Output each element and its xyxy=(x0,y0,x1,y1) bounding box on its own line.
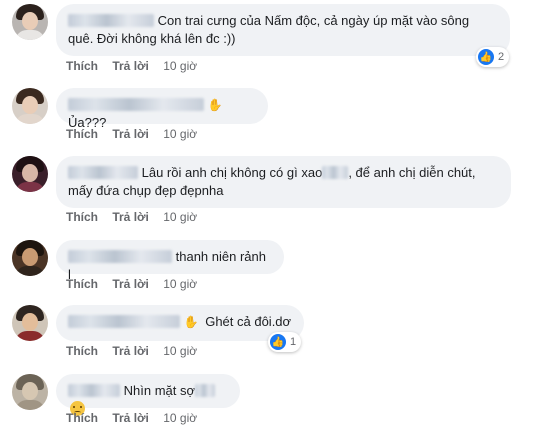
comment-text: Con trai cưng của Nấm độc, cả ngày úp mặ… xyxy=(157,13,470,28)
reaction-count: 2 xyxy=(498,51,505,63)
reaction-count: 1 xyxy=(290,336,297,348)
blurred-author-name[interactable] xyxy=(68,166,138,179)
timestamp[interactable]: 10 giờ xyxy=(163,411,197,425)
avatar[interactable] xyxy=(12,305,48,341)
waving-hand-icon: ✋ xyxy=(183,315,199,329)
comment-text: Ghét cả đôi.dơ xyxy=(205,314,292,329)
blurred-author-name[interactable] xyxy=(68,250,172,263)
reply-button[interactable]: Trả lời xyxy=(112,127,149,141)
comment-bubble: Lâu rồi anh chị không có gì xao , để anh … xyxy=(56,156,511,208)
reaction-badge[interactable]: 👍 1 xyxy=(268,332,302,352)
blurred-author-name[interactable] xyxy=(68,14,154,27)
timestamp[interactable]: 10 giờ xyxy=(163,277,197,291)
comment-bubble: ✋ Ủa??? xyxy=(56,88,268,130)
like-icon: 👍 xyxy=(270,334,286,350)
comment-actions: Thích Trả lời 10 giờ xyxy=(66,59,208,73)
blurred-author-name[interactable] xyxy=(68,315,180,328)
comment-actions: Thích Trả lời 10 giờ xyxy=(66,411,208,425)
reply-button[interactable]: Trả lời xyxy=(112,277,149,291)
waving-hand-icon: ✋ xyxy=(207,98,223,112)
comment-actions: Thích Trả lời 10 giờ xyxy=(66,127,208,141)
comment-bubble: Con trai cưng của Nấm độc, cả ngày úp mặ… xyxy=(56,4,510,56)
like-button[interactable]: Thích xyxy=(66,411,98,425)
timestamp[interactable]: 10 giờ xyxy=(163,344,197,358)
avatar[interactable] xyxy=(12,374,48,410)
blurred-author-name[interactable] xyxy=(68,98,204,111)
comment-text-cont: , để anh chị diễn chút, xyxy=(348,165,476,180)
avatar[interactable] xyxy=(12,240,48,276)
avatar[interactable] xyxy=(12,88,48,124)
comment-text-line2: mấy đứa chụp đẹp đẹpnha xyxy=(68,183,224,198)
like-button[interactable]: Thích xyxy=(66,277,98,291)
reply-button[interactable]: Trả lời xyxy=(112,344,149,358)
comment-bubble: ✋ Ghét cả đôi.dơ xyxy=(56,305,304,341)
timestamp[interactable]: 10 giờ xyxy=(163,210,197,224)
blurred-author-name[interactable] xyxy=(68,384,120,397)
reply-button[interactable]: Trả lời xyxy=(112,411,149,425)
comment-actions: Thích Trả lời 10 giờ xyxy=(66,210,208,224)
reply-button[interactable]: Trả lời xyxy=(112,210,149,224)
comment-text: Nhìn mặt sợ xyxy=(123,383,196,398)
like-icon: 👍 xyxy=(478,49,494,65)
like-button[interactable]: Thích xyxy=(66,344,98,358)
blurred-word xyxy=(322,166,349,179)
reaction-badge[interactable]: 👍 2 xyxy=(476,47,510,67)
like-button[interactable]: Thích xyxy=(66,210,98,224)
like-button[interactable]: Thích xyxy=(66,127,98,141)
blurred-word xyxy=(195,384,216,397)
comment-actions: Thích Trả lời 10 giờ xyxy=(66,344,208,358)
timestamp[interactable]: 10 giờ xyxy=(163,59,197,73)
reply-button[interactable]: Trả lời xyxy=(112,59,149,73)
like-button[interactable]: Thích xyxy=(66,59,98,73)
timestamp[interactable]: 10 giờ xyxy=(163,127,197,141)
comment-bubble: Nhìn mặt sợ xyxy=(56,374,240,416)
comment-text-line2: quê. Đời không khá lên đc :)) xyxy=(68,31,236,46)
avatar[interactable] xyxy=(12,4,48,40)
comment-bubble: thanh niên rảnh l xyxy=(56,240,284,282)
avatar[interactable] xyxy=(12,156,48,192)
comment-text: Lâu rồi anh chị không có gì xao xyxy=(141,165,323,180)
comment-actions: Thích Trả lời 10 giờ xyxy=(66,277,208,291)
